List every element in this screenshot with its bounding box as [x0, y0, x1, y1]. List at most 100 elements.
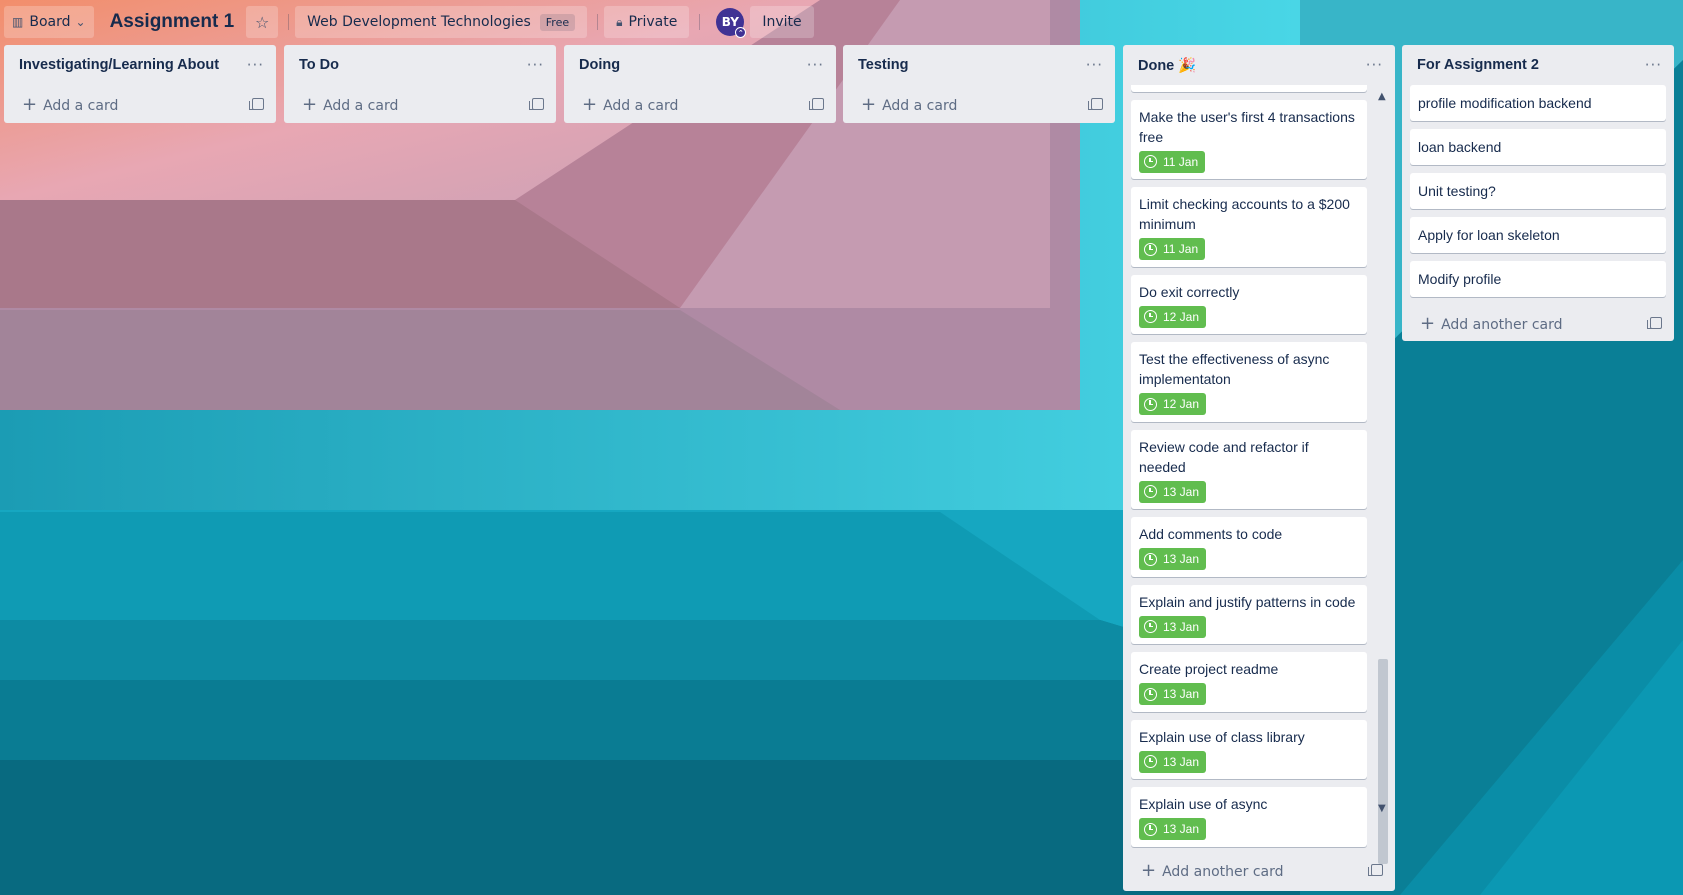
list-title[interactable]: Testing [858, 57, 908, 73]
workspace-button[interactable]: Web Development Technologies Free [295, 6, 588, 38]
clock-icon [1144, 620, 1157, 633]
plus-icon: + [861, 93, 877, 115]
card[interactable]: Unit testing? [1410, 173, 1666, 209]
add-card-label: Add another card [1441, 316, 1563, 333]
card-template-icon[interactable] [1088, 98, 1103, 110]
add-card-button[interactable]: + Add a card [4, 85, 276, 123]
due-date-text: 13 Jan [1163, 687, 1200, 701]
scroll-thumb[interactable] [1378, 659, 1388, 864]
list-for-assignment-2: For Assignment 2 ··· profile modificatio… [1402, 45, 1674, 341]
due-date-badge[interactable]: 13 Jan [1139, 615, 1207, 638]
list-title[interactable]: Done 🎉 [1138, 57, 1196, 74]
star-button[interactable]: ☆ [246, 6, 279, 38]
list-testing: Testing ··· + Add a card [843, 45, 1115, 123]
due-date-badge[interactable]: 13 Jan [1139, 750, 1207, 773]
done-cards-scroll[interactable]: 11 Jan Make the user's first 4 transactio… [1123, 85, 1395, 849]
more-icon[interactable]: ··· [1366, 56, 1383, 74]
plus-icon: + [302, 93, 318, 115]
due-date-text: 13 Jan [1163, 552, 1200, 566]
due-date-badge[interactable]: 12 Jan [1139, 393, 1207, 415]
card[interactable]: profile modification backend [1410, 85, 1666, 121]
clock-icon [1144, 155, 1157, 168]
card[interactable]: Add comments to code 13 Jan [1131, 517, 1367, 577]
avatar[interactable]: BY ⌃ [716, 8, 747, 38]
card-template-icon[interactable] [809, 98, 824, 110]
add-card-button[interactable]: + Add a card [284, 85, 556, 123]
due-date-badge[interactable]: 13 Jan [1139, 548, 1207, 570]
add-card-label: Add a card [43, 97, 119, 114]
list-header: To Do ··· [284, 45, 556, 85]
card[interactable]: loan backend [1410, 129, 1666, 165]
card[interactable]: Apply for loan skeleton [1410, 217, 1666, 253]
list-title[interactable]: To Do [299, 57, 339, 73]
more-icon[interactable]: ··· [247, 56, 264, 74]
card-template-icon[interactable] [1368, 864, 1383, 876]
card-title: Test the effectiveness of async implemen… [1139, 351, 1330, 387]
card-template-icon[interactable] [529, 98, 544, 110]
due-date-badge[interactable]: 11 Jan [1139, 238, 1206, 260]
card[interactable]: Modify profile [1410, 261, 1666, 297]
add-card-button[interactable]: + Add a card [843, 85, 1115, 123]
card-title: Make the user's first 4 transactions fre… [1139, 108, 1355, 145]
more-icon[interactable]: ··· [1086, 56, 1103, 74]
list-title[interactable]: For Assignment 2 [1417, 57, 1539, 73]
card-title: Review code and refactor if needed [1139, 438, 1309, 475]
due-date-text: 12 Jan [1163, 397, 1200, 411]
card-template-icon[interactable] [249, 98, 264, 110]
header-divider [597, 14, 599, 30]
card[interactable]: Explain use of class library 13 Jan [1131, 719, 1367, 779]
board-title[interactable]: Assignment 1 [98, 6, 247, 38]
card[interactable]: Test the effectiveness of async implemen… [1131, 342, 1367, 422]
more-icon[interactable]: ··· [527, 56, 544, 74]
card[interactable]: Do exit correctly 12 Jan [1131, 274, 1367, 334]
list-header: Testing ··· [843, 45, 1115, 85]
list-header: Doing ··· [564, 45, 836, 85]
done-cards: 11 Jan Make the user's first 4 transactio… [1131, 85, 1367, 849]
card[interactable]: Explain and justify patterns in code 13 J… [1131, 584, 1367, 644]
due-date-badge[interactable]: 13 Jan [1139, 480, 1207, 503]
scroll-down-icon[interactable]: ▼ [1378, 803, 1386, 814]
due-date-text: 11 Jan [1163, 154, 1199, 169]
visibility-label: Private [628, 14, 678, 30]
card[interactable]: Create project readme 13 Jan [1131, 652, 1367, 712]
more-icon[interactable]: ··· [1645, 56, 1662, 74]
card[interactable]: 11 Jan [1131, 85, 1367, 92]
avatar-initials: BY [721, 15, 739, 29]
due-date-badge[interactable]: 13 Jan [1139, 683, 1207, 705]
assignment2-cards: profile modification backend loan backend… [1402, 85, 1674, 305]
list-title[interactable]: Doing [579, 57, 620, 73]
card-title: Explain and justify patterns in code [1139, 593, 1356, 610]
card-title: Modify profile [1418, 271, 1502, 287]
add-another-card-button[interactable]: + Add another card [1402, 305, 1674, 341]
card-title: Add comments to code [1139, 526, 1283, 542]
board-view-switcher[interactable]: ▥ Board ⌄ [4, 6, 94, 38]
card-title: profile modification backend [1418, 95, 1592, 111]
card[interactable]: Review code and refactor if needed 13 Jan [1131, 429, 1367, 509]
due-date-badge[interactable]: 13 Jan [1139, 818, 1207, 840]
card[interactable]: Limit checking accounts to a $200 minimu… [1131, 187, 1367, 267]
board-view-label: Board [29, 14, 71, 30]
card[interactable]: Make the user's first 4 transactions fre… [1131, 99, 1367, 179]
due-date-badge[interactable]: 12 Jan [1139, 305, 1207, 328]
card-template-icon[interactable] [1647, 317, 1662, 329]
invite-button[interactable]: Invite [750, 6, 814, 38]
scroll-up-icon[interactable]: ▲ [1378, 91, 1386, 102]
visibility-button[interactable]: 🔒︎ Private [604, 6, 690, 38]
add-card-label: Add a card [882, 97, 958, 114]
clock-icon [1144, 485, 1157, 498]
list-title[interactable]: Investigating/Learning About [19, 57, 219, 73]
list-scrollbar[interactable]: ▲ ▼ [1377, 89, 1389, 879]
board-icon: ▥ [12, 15, 24, 29]
card[interactable]: Explain use of async 13 Jan [1131, 787, 1367, 847]
card-title: Unit testing? [1418, 183, 1496, 199]
clock-icon [1144, 822, 1157, 836]
due-date-badge[interactable]: 11 Jan [1139, 150, 1206, 173]
more-icon[interactable]: ··· [807, 56, 824, 74]
add-another-card-button[interactable]: + Add another card [1123, 849, 1395, 891]
plus-icon: + [1420, 312, 1436, 334]
plus-icon: + [582, 93, 598, 115]
add-card-button[interactable]: + Add a card [564, 85, 836, 123]
list-doing: Doing ··· + Add a card [564, 45, 836, 123]
add-card-label: Add another card [1162, 863, 1284, 880]
plus-icon: + [1141, 859, 1157, 881]
